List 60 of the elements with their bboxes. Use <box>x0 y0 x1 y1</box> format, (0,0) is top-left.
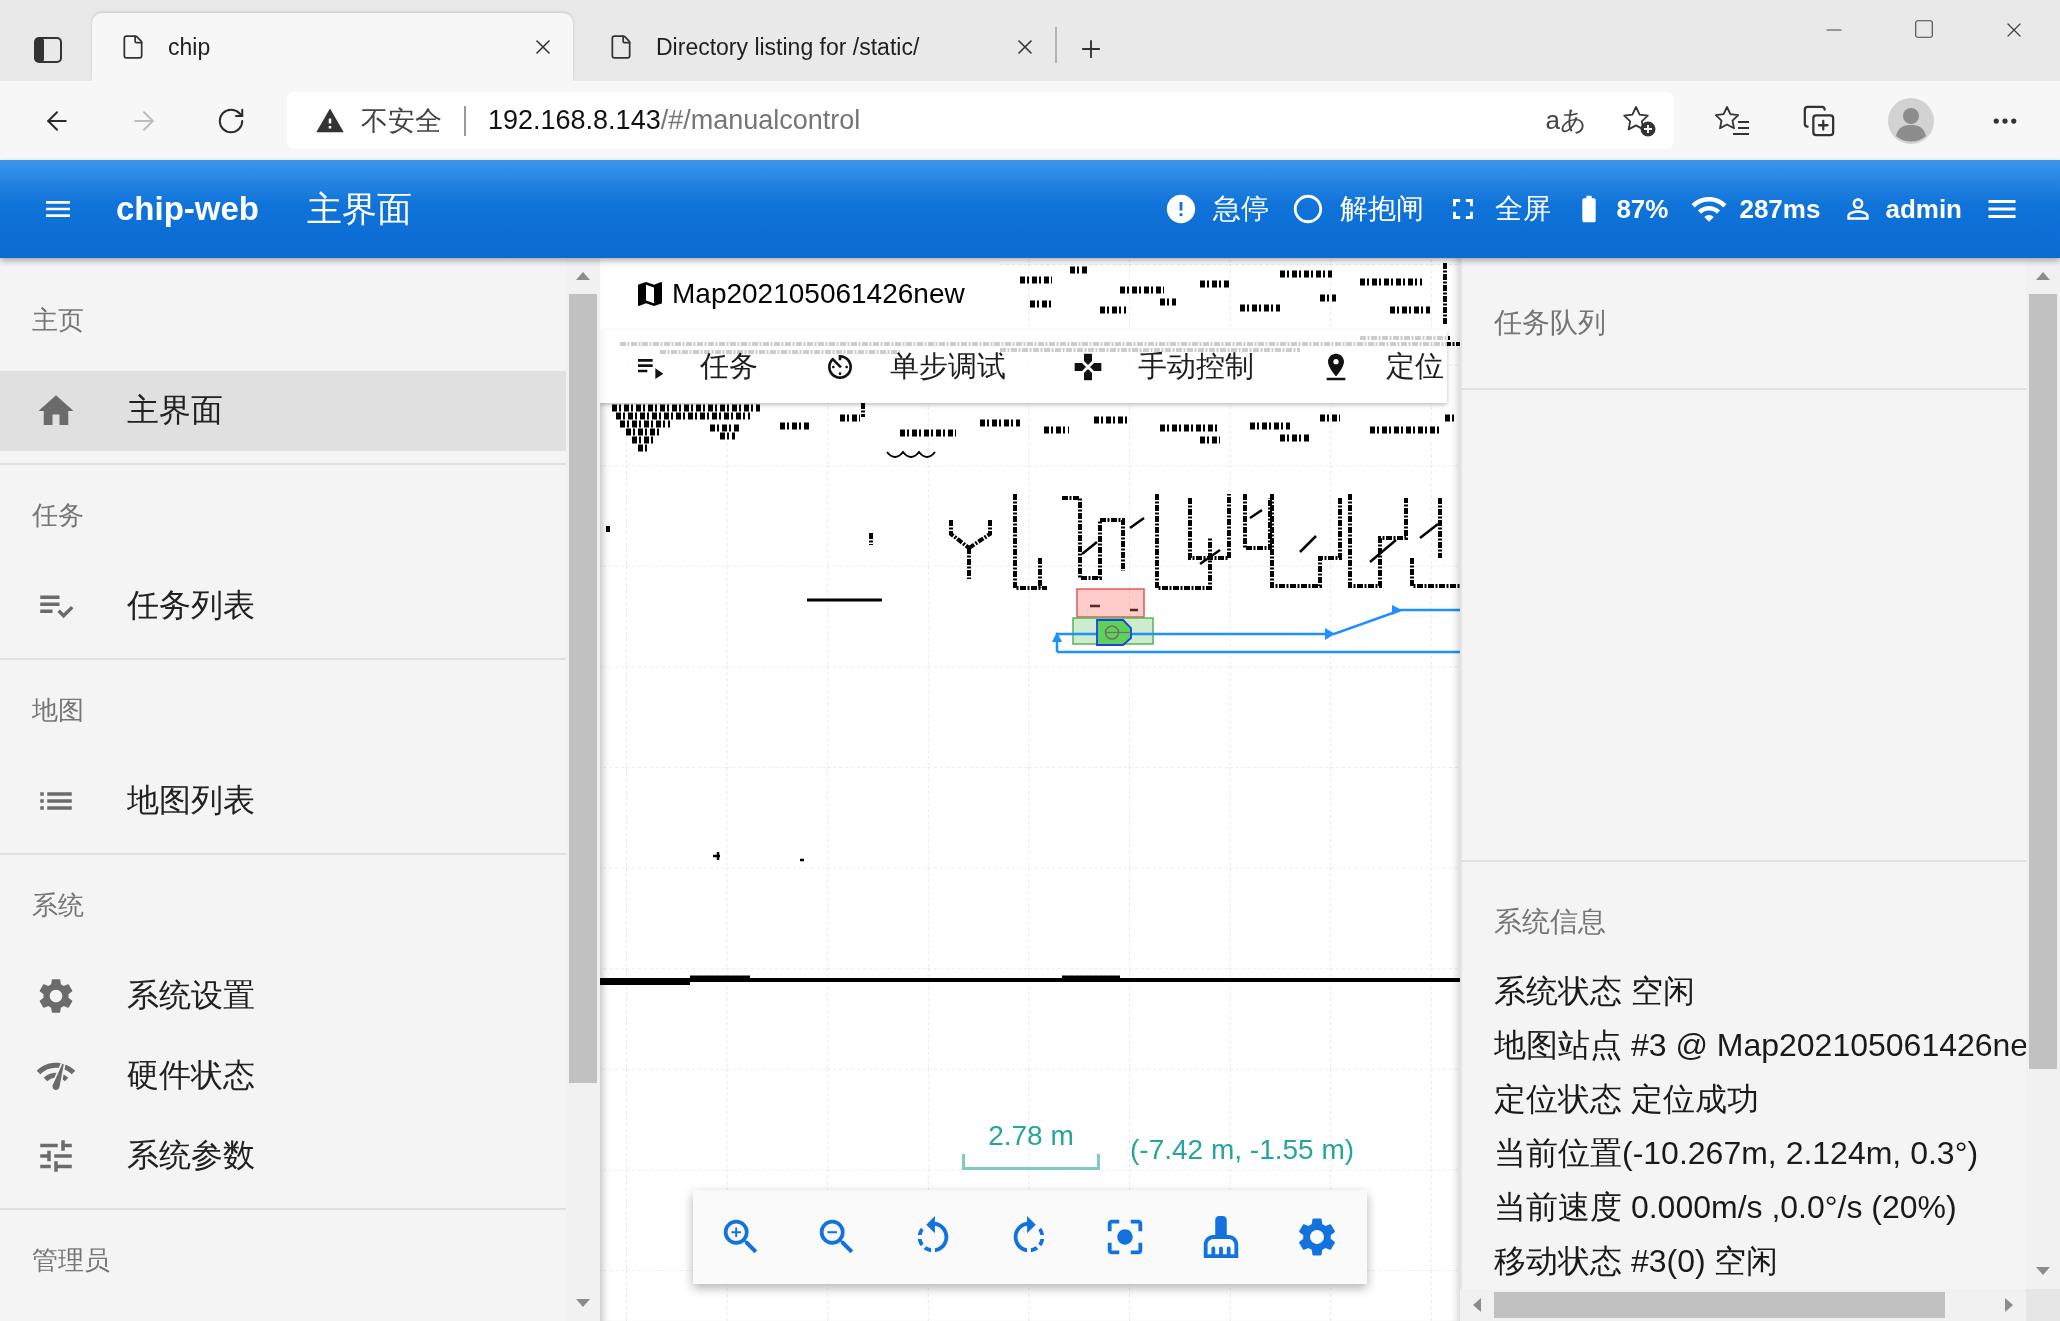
scroll-down-icon[interactable] <box>576 1299 590 1307</box>
latency-reading: 287ms <box>1739 193 1821 225</box>
map-canvas[interactable]: Map202105061426new 任务 单步调试 手动控制 定位 2.78 m (-7.42 m, -1.55 m) <box>600 258 1460 1321</box>
user-name[interactable]: admin <box>1885 193 1962 225</box>
scrollbar-thumb[interactable] <box>1494 1292 1945 1318</box>
file-icon <box>120 34 146 60</box>
mode-button[interactable]: 手动控制 <box>1072 346 1254 387</box>
collections-icon[interactable] <box>1802 103 1836 138</box>
scrollbar-thumb[interactable] <box>569 294 597 1083</box>
scroll-left-icon[interactable] <box>1473 1298 1481 1312</box>
star-plus-icon[interactable] <box>1622 104 1656 137</box>
cursor-coordinates: (-7.42 m, -1.55 m) <box>1130 1134 1355 1166</box>
battery-percent: 87% <box>1616 193 1669 225</box>
read-aloud-button[interactable]: aあ <box>1545 103 1587 138</box>
nav-item[interactable]: 系统设置 <box>0 956 566 1036</box>
info-line: 当前速度 0.000m/s ,0.0°/s (20%) <box>1494 1188 1958 1226</box>
section-header: 管理员 <box>31 1244 111 1277</box>
file-icon <box>608 34 634 60</box>
security-label[interactable]: 不安全 <box>361 102 442 139</box>
panel-title: 任务队列 <box>1493 306 1607 340</box>
fullscreen-button[interactable]: 全屏 <box>1446 190 1552 228</box>
info-line: 系统状态 空闲 <box>1494 972 1696 1010</box>
brand-title: chip-web <box>116 190 259 228</box>
section-header: 系统 <box>31 889 85 922</box>
avatar-icon[interactable] <box>1888 97 1934 144</box>
mode-button[interactable]: 单步调试 <box>824 346 1006 387</box>
mode-button[interactable]: 定位 <box>1320 346 1444 387</box>
mode-button[interactable]: 任务 <box>634 346 758 387</box>
nav-item[interactable]: 主界面 <box>0 371 566 451</box>
zone-area <box>1076 588 1145 618</box>
favorites-icon[interactable] <box>1714 104 1750 137</box>
page-title: 主界面 <box>307 187 412 230</box>
nav-item[interactable]: 地图列表 <box>0 761 566 841</box>
scroll-up-icon[interactable] <box>576 272 590 280</box>
scrollbar-thumb[interactable] <box>2029 294 2057 1069</box>
browser-tab[interactable]: Directory listing for /static/ <box>580 13 1055 81</box>
scroll-down-icon[interactable] <box>2036 1267 2050 1275</box>
scroll-right-icon[interactable] <box>2005 1298 2013 1312</box>
url-text[interactable]: 192.168.8.143/#/manualcontrol <box>488 105 861 136</box>
nav-item[interactable]: 任务列表 <box>0 566 566 646</box>
robot-icon <box>1096 619 1132 646</box>
nav-item[interactable]: 硬件状态 <box>0 1036 566 1116</box>
browser-tab[interactable]: chip <box>92 13 573 81</box>
address-bar[interactable]: 不安全 192.168.8.143/#/manualcontrol aあ <box>287 92 1674 149</box>
scroll-up-icon[interactable] <box>2036 272 2050 280</box>
section-header: 地图 <box>31 694 85 727</box>
info-line: 地图站点 #3 @ Map202105061426ne <box>1494 1026 2026 1064</box>
section-header: 主页 <box>31 304 85 337</box>
info-line: 定位状态 定位成功 <box>1494 1080 1760 1118</box>
maximize-icon[interactable] <box>1913 18 1935 40</box>
section-header: 任务 <box>31 499 85 532</box>
emergency-stop-button[interactable]: 急停 <box>1164 190 1270 228</box>
panel-title: 系统信息 <box>1493 905 1607 937</box>
release-brake-button[interactable]: 解抱闸 <box>1291 190 1425 228</box>
scale-label: 2.78 m <box>988 1120 1074 1152</box>
map-name: Map202105061426new <box>672 278 965 310</box>
tab-actions-icon[interactable] <box>34 37 62 63</box>
nav-item[interactable]: 系统参数 <box>0 1116 566 1196</box>
info-line: 当前位置(-10.267m, 2.124m, 0.3°) <box>1494 1134 1980 1172</box>
info-line: 移动状态 #3(0) 空闲 <box>1494 1242 1780 1280</box>
